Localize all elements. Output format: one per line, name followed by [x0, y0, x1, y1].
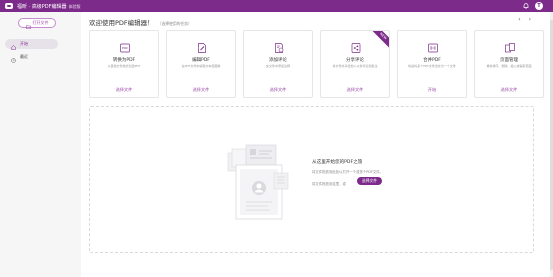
card-page-manage[interactable]: 页面管理 重新排序、删除、插入或提取页面 选择文件 — [474, 30, 544, 98]
app-version: 体验版 — [68, 3, 81, 9]
convert-pdf-icon: PDF — [119, 39, 131, 53]
prev-arrow-icon[interactable]: ‹ — [518, 17, 520, 23]
documents-illustration-icon — [224, 143, 294, 223]
main-area: 欢迎使用PDF编辑器！ （选择使用的任务） ‹ › PDF 转换为PDF 从其他… — [81, 12, 553, 277]
card-description: 快速将多个PDF文件合并为一个文件 — [408, 64, 456, 68]
card-action-link[interactable]: 选择文件 — [321, 87, 389, 93]
card-action-link[interactable]: 选择文件 — [90, 87, 158, 93]
card-action-link[interactable]: 选择文件 — [475, 87, 543, 93]
comment-icon — [273, 39, 285, 53]
card-title: 分享评论 — [346, 58, 364, 63]
app-title: 福昕 · 高级PDF编辑器 体验版 — [17, 3, 81, 10]
sidebar-item-label: 开始 — [20, 41, 28, 46]
sidebar: 打开文件 开始 最近 — [0, 12, 81, 277]
drop-or-text: 将文件拖放到这里，或 — [312, 182, 346, 186]
next-arrow-icon[interactable]: › — [529, 17, 531, 23]
card-action-link[interactable]: 选择文件 — [244, 87, 312, 93]
card-description: 在PDF文件中编辑文本和图像 — [181, 64, 221, 68]
svg-text:PDF: PDF — [122, 46, 128, 50]
card-convert-pdf[interactable]: PDF 转换为PDF 从其他文件格式创建PDF 选择文件 — [89, 30, 159, 98]
drop-title: 从这里开始您的PDF之旅 — [312, 160, 363, 165]
sidebar-item-label: 最近 — [20, 54, 28, 59]
bell-icon[interactable] — [523, 3, 529, 9]
new-badge-text: NEW — [379, 31, 388, 41]
clock-icon — [11, 48, 16, 67]
select-file-button[interactable]: 选择文件 — [357, 177, 382, 185]
card-merge-pdf[interactable]: 合并PDF 快速将多个PDF文件合并为一个文件 开始 — [397, 30, 467, 98]
card-title: 转换为PDF — [112, 58, 136, 63]
card-nav: ‹ › — [518, 17, 531, 23]
edit-pdf-icon — [196, 39, 208, 53]
card-edit-pdf[interactable]: 编辑PDF 在PDF文件中编辑文本和图像 选择文件 — [166, 30, 236, 98]
merge-icon — [427, 39, 439, 53]
card-title: 合并PDF — [423, 58, 441, 63]
new-badge: NEW — [370, 31, 389, 49]
card-description: 从其他文件格式创建PDF — [107, 64, 141, 68]
title-bar: 福昕 · 高级PDF编辑器 体验版 T — [0, 0, 553, 12]
card-add-comment[interactable]: 添加评论 在文件中添加注释 选择文件 — [243, 30, 313, 98]
card-share-comment[interactable]: NEW 分享评论 将文件共享给他人以供评论和批注 选择文件 — [320, 30, 390, 98]
card-action-link[interactable]: 选择文件 — [167, 87, 235, 93]
drop-zone[interactable]: 从这里开始您的PDF之旅 将文件拖放到此处以打开一个或多个PDF文件。 将文件拖… — [89, 106, 534, 253]
card-title: 页面管理 — [500, 58, 518, 63]
logo-icon — [5, 3, 13, 9]
share-icon — [350, 39, 362, 53]
app-name: 福昕 · 高级PDF编辑器 — [17, 3, 67, 10]
card-description: 将文件共享给他人以供评论和批注 — [332, 64, 378, 68]
card-action-link[interactable]: 开始 — [398, 87, 466, 93]
avatar[interactable]: T — [535, 2, 543, 10]
page-title: 欢迎使用PDF编辑器！ — [89, 19, 154, 27]
sidebar-item-recent[interactable]: 最近 — [5, 52, 58, 63]
card-title: 添加评论 — [269, 58, 287, 63]
page-hint: （选择使用的任务） — [157, 21, 192, 26]
welcome-header: 欢迎使用PDF编辑器！ （选择使用的任务） — [89, 17, 192, 27]
open-file-label: 打开文件 — [32, 20, 49, 25]
card-title: 编辑PDF — [192, 58, 210, 63]
card-description: 在文件中添加注释 — [265, 64, 290, 68]
open-file-button[interactable]: 打开文件 — [18, 18, 56, 29]
card-description: 重新排序、删除、插入或提取页面 — [486, 64, 532, 68]
folder-icon — [25, 14, 31, 33]
drop-subtitle: 将文件拖放到此处以打开一个或多个PDF文件。 — [312, 170, 384, 174]
pages-icon — [504, 39, 516, 53]
